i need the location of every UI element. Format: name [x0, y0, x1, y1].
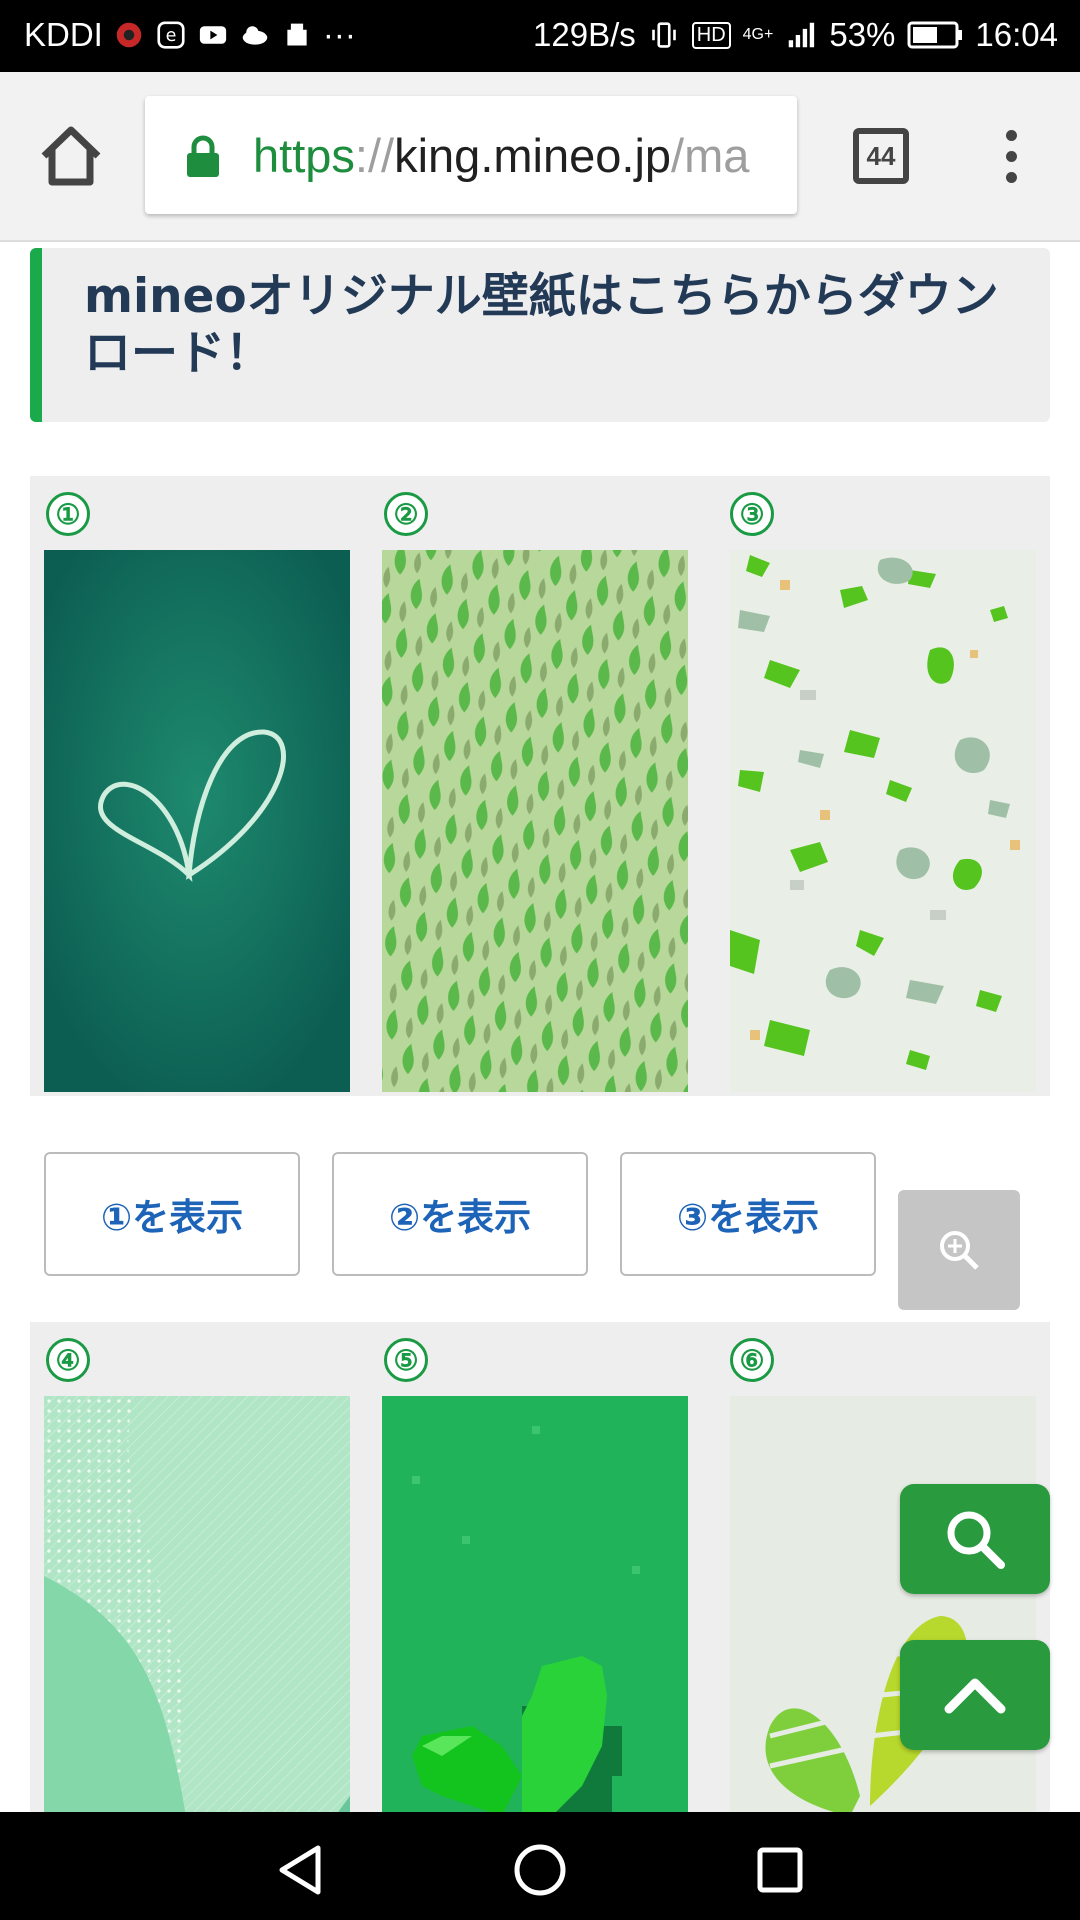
- clock: 16:04: [975, 16, 1058, 53]
- youtube-icon: [199, 26, 226, 44]
- address-bar[interactable]: https://king.mineo.jp/ma: [145, 96, 797, 214]
- back-icon[interactable]: [272, 1842, 328, 1898]
- network-type: 4G+: [742, 26, 774, 43]
- battery-icon: [907, 21, 963, 49]
- tab-switcher-button[interactable]: 44: [853, 128, 909, 184]
- signal-icon: [789, 22, 815, 48]
- section-heading-box: mineoオリジナル壁紙はこちらからダウンロード！: [30, 248, 1050, 422]
- hd-badge: HD: [691, 21, 731, 49]
- svg-text:e: e: [165, 26, 176, 46]
- net-speed: 129B/s: [533, 16, 636, 53]
- url-separator: ://: [354, 129, 395, 182]
- lock-icon: [187, 135, 219, 177]
- wallpaper-number-2: ②: [384, 492, 428, 536]
- wallpaper-number-5: ⑤: [384, 1338, 428, 1382]
- scroll-top-button[interactable]: [900, 1640, 1050, 1750]
- more-dots-icon: ···: [322, 16, 356, 53]
- url-text: https://king.mineo.jp/ma: [253, 128, 749, 183]
- home-icon[interactable]: [38, 124, 104, 190]
- wallpaper-thumb-2[interactable]: [382, 550, 688, 1092]
- chevron-up-icon: [944, 1678, 1006, 1714]
- menu-icon[interactable]: [1000, 130, 1022, 190]
- search-button[interactable]: [900, 1484, 1050, 1594]
- cloud-icon: [242, 26, 268, 45]
- wallpaper-number-3: ③: [730, 492, 774, 536]
- recents-icon[interactable]: [752, 1842, 808, 1898]
- view-wallpaper-3-button[interactable]: ③を表示: [620, 1152, 876, 1276]
- browser-toolbar: https://king.mineo.jp/ma 44: [0, 72, 1080, 242]
- wallpaper-thumb-3[interactable]: [730, 550, 1036, 1092]
- url-path: /ma: [671, 129, 750, 182]
- search-icon: [947, 1511, 1005, 1569]
- wallpaper-gallery-1: ① ② ③: [30, 476, 1050, 1310]
- url-scheme: https: [253, 129, 355, 182]
- e-icon: e: [157, 21, 185, 49]
- view-wallpaper-1-button[interactable]: ①を表示: [44, 1152, 300, 1276]
- wallpaper-number-6: ⑥: [730, 1338, 774, 1382]
- wallpaper-number-4: ④: [46, 1338, 90, 1382]
- home-circle-icon[interactable]: [512, 1842, 568, 1898]
- status-bar: KDDI e ··· 129B/s HD 4G+ 53% 16:04: [0, 0, 1080, 72]
- wallpaper-number-1: ①: [46, 492, 90, 536]
- box-icon: [287, 23, 307, 46]
- wallpaper-thumb-1[interactable]: [44, 550, 350, 1092]
- tab-count: 44: [866, 140, 896, 171]
- app-icon: [116, 22, 142, 48]
- system-nav-bar: [0, 1812, 1080, 1920]
- url-host: king.mineo.jp: [394, 129, 672, 182]
- section-heading: mineoオリジナル壁紙はこちらからダウンロード！: [84, 269, 999, 381]
- view-wallpaper-2-button[interactable]: ②を表示: [332, 1152, 588, 1276]
- wallpaper-gallery-2: ④ ⑤ ⑥: [30, 1322, 1050, 1812]
- wallpaper-thumb-4[interactable]: [44, 1396, 350, 1812]
- zoom-in-icon: [940, 1231, 979, 1270]
- vibrate-icon: [651, 22, 676, 48]
- zoom-button[interactable]: [898, 1190, 1020, 1310]
- battery-percent: 53%: [829, 16, 896, 53]
- carrier-label: KDDI: [24, 16, 103, 53]
- wallpaper-thumb-5[interactable]: [382, 1396, 688, 1812]
